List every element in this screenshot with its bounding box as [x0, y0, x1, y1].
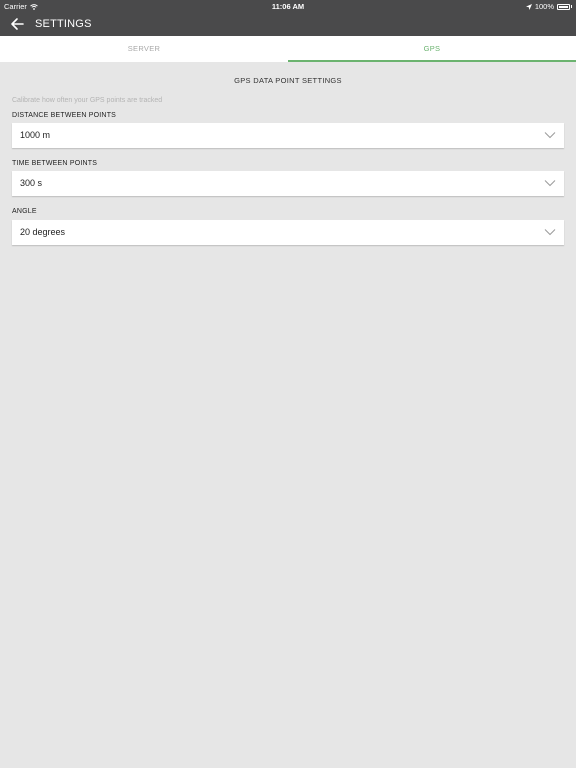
location-arrow-icon — [525, 3, 532, 10]
time-label: TIME BETWEEN POINTS — [12, 160, 98, 167]
chevron-down-icon — [544, 229, 556, 236]
status-bar: Carrier 11:06 AM 100% — [0, 0, 576, 12]
nav-bar: SETTINGS — [0, 12, 576, 36]
angle-label: ANGLE — [12, 208, 37, 215]
tab-gps[interactable]: GPS — [288, 36, 576, 62]
time-select[interactable]: 300 s — [12, 171, 564, 196]
distance-label: DISTANCE BETWEEN POINTS — [12, 112, 117, 119]
battery-tip — [571, 5, 572, 8]
section-title: GPS DATA POINT SETTINGS — [234, 76, 342, 85]
status-right: 100% — [525, 2, 572, 11]
time-value: 300 s — [20, 178, 43, 188]
chevron-down-icon — [544, 132, 556, 139]
battery-percent: 100% — [534, 2, 554, 11]
back-arrow-icon[interactable] — [8, 15, 26, 33]
tab-bar: SERVER GPS — [0, 36, 576, 62]
angle-value: 20 degrees — [20, 227, 66, 237]
tab-server[interactable]: SERVER — [0, 36, 288, 62]
distance-value: 1000 m — [20, 130, 51, 140]
page-title: SETTINGS — [35, 18, 92, 30]
angle-select[interactable]: 20 degrees — [12, 220, 564, 245]
hint-text: Calibrate how often your GPS points are … — [12, 97, 163, 104]
distance-select[interactable]: 1000 m — [12, 123, 564, 148]
status-time: 11:06 AM — [271, 2, 305, 11]
battery-icon — [557, 3, 570, 10]
chevron-down-icon — [544, 180, 556, 187]
